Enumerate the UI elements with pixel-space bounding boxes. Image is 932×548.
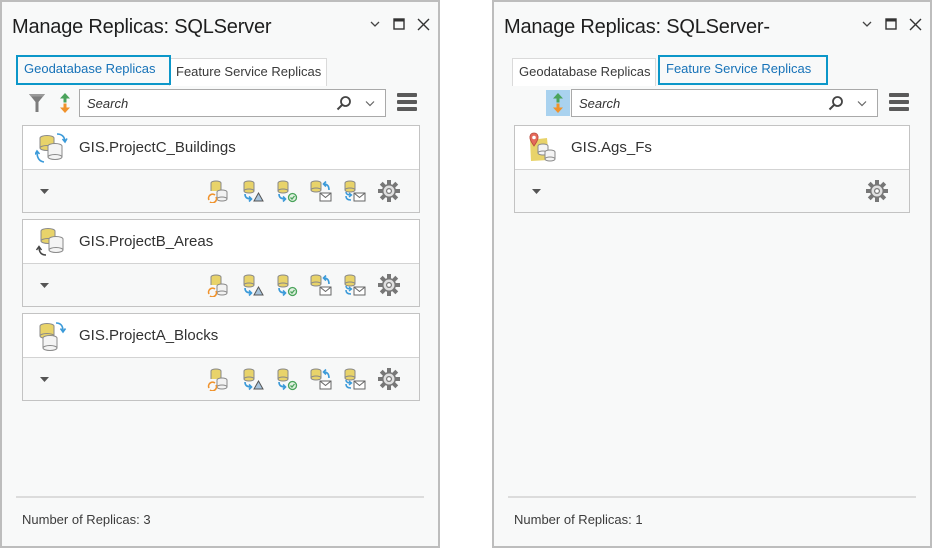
search-button[interactable]	[825, 92, 847, 114]
tab-feature-service-replicas[interactable]: Feature Service Replicas	[658, 55, 828, 85]
replica-card: GIS.ProjectA_Blocks	[22, 313, 420, 401]
feature-service-replica-icon	[529, 132, 556, 161]
search-icon	[336, 96, 351, 111]
caret-down-icon	[531, 188, 541, 194]
export-data-changes-icon[interactable]	[241, 273, 265, 297]
replica-type-tabs: Feature Service Replicas Geodatabase Rep…	[16, 55, 346, 87]
import-data-changes-icon[interactable]	[275, 273, 299, 297]
pane-titlebar: Manage Replicas: SQLServer-	[504, 14, 924, 40]
menu-icon-bar	[889, 93, 909, 97]
pane-footer: Number of Replicas: 3	[16, 496, 424, 546]
caret-down-icon	[39, 188, 49, 194]
replica-card: GIS.ProjectC_Buildings	[22, 125, 420, 213]
maximize-icon	[885, 18, 897, 30]
pane-options-button[interactable]	[368, 16, 382, 32]
replica-name: GIS.ProjectB_Areas	[79, 233, 214, 250]
replica-type-tabs: Geodatabase Replicas Feature Service Rep…	[508, 55, 838, 87]
manage-replicas-pane-feature-service: Manage Replicas: SQLServer- Geodatabase …	[492, 0, 932, 548]
replica-card: GIS.ProjectB_Areas	[22, 219, 420, 307]
tab-geodatabase-replicas[interactable]: Geodatabase Replicas	[512, 58, 656, 86]
menu-icon-bar	[889, 107, 909, 111]
close-button[interactable]	[908, 16, 922, 32]
search-icon	[828, 96, 843, 111]
manage-replicas-pane-geodatabase: Manage Replicas: SQLServer Feature Servi…	[0, 0, 440, 548]
caret-down-icon	[39, 376, 49, 382]
replica-count: Number of Replicas: 3	[22, 512, 151, 527]
maximize-icon	[393, 18, 405, 30]
re-export-unacknowledged-messages-icon[interactable]	[343, 367, 367, 391]
search-box	[79, 89, 386, 117]
replica-actions	[207, 273, 401, 297]
replica-name: GIS.Ags_Fs	[571, 139, 652, 156]
import-acknowledgment-message-icon[interactable]	[309, 273, 333, 297]
maximize-button[interactable]	[392, 16, 406, 32]
search-options-dropdown[interactable]	[853, 92, 871, 114]
chevron-down-icon	[862, 21, 872, 27]
expand-replica-button[interactable]	[529, 184, 543, 198]
filter-icon	[29, 94, 45, 112]
menu-icon-bar	[397, 100, 417, 104]
replica-card: GIS.Ags_Fs	[514, 125, 910, 213]
one-way-child-to-parent-replica-icon	[35, 227, 64, 256]
expand-replica-button[interactable]	[37, 278, 51, 292]
replica-actions	[207, 367, 401, 391]
replica-properties-gear-icon[interactable]	[377, 273, 401, 297]
search-options-dropdown[interactable]	[361, 92, 379, 114]
replica-toolbar	[516, 88, 914, 118]
export-data-changes-icon[interactable]	[241, 367, 265, 391]
replica-toolbar	[24, 88, 422, 118]
chevron-down-icon	[857, 100, 867, 106]
search-input[interactable]	[80, 90, 333, 116]
sort-button[interactable]	[546, 90, 570, 116]
replica-name: GIS.ProjectC_Buildings	[79, 139, 236, 156]
chevron-down-icon	[370, 21, 380, 27]
replica-actions	[207, 179, 401, 203]
one-way-replica-icon	[39, 321, 67, 351]
replica-properties-gear-icon[interactable]	[377, 179, 401, 203]
replica-name: GIS.ProjectA_Blocks	[79, 327, 219, 344]
pane-menu-button[interactable]	[397, 93, 417, 111]
replica-properties-gear-icon[interactable]	[865, 179, 889, 203]
synchronize-changes-icon[interactable]	[207, 179, 231, 203]
caret-down-icon	[39, 282, 49, 288]
search-input[interactable]	[572, 90, 825, 116]
replica-count: Number of Replicas: 1	[514, 512, 643, 527]
export-data-changes-icon[interactable]	[241, 179, 265, 203]
pane-menu-button[interactable]	[889, 93, 909, 111]
sort-button[interactable]	[54, 91, 76, 115]
expand-replica-button[interactable]	[37, 372, 51, 386]
import-data-changes-icon[interactable]	[275, 179, 299, 203]
expand-replica-button[interactable]	[37, 184, 51, 198]
re-export-unacknowledged-messages-icon[interactable]	[343, 179, 367, 203]
menu-icon-bar	[889, 100, 909, 104]
import-acknowledgment-message-icon[interactable]	[309, 179, 333, 203]
import-data-changes-icon[interactable]	[275, 367, 299, 391]
pane-options-button[interactable]	[860, 16, 874, 32]
synchronize-changes-icon[interactable]	[207, 273, 231, 297]
sort-icon	[60, 93, 70, 113]
chevron-down-icon	[365, 100, 375, 106]
synchronize-changes-icon[interactable]	[207, 367, 231, 391]
search-box	[571, 89, 878, 117]
tab-feature-service-replicas[interactable]: Feature Service Replicas	[169, 58, 327, 86]
pane-titlebar: Manage Replicas: SQLServer	[12, 14, 432, 40]
replica-properties-gear-icon[interactable]	[377, 367, 401, 391]
search-button[interactable]	[333, 92, 355, 114]
import-acknowledgment-message-icon[interactable]	[309, 367, 333, 391]
re-export-unacknowledged-messages-icon[interactable]	[343, 273, 367, 297]
tab-geodatabase-replicas[interactable]: Geodatabase Replicas	[16, 55, 171, 85]
menu-icon-bar	[397, 93, 417, 97]
menu-icon-bar	[397, 107, 417, 111]
close-button[interactable]	[416, 16, 430, 32]
maximize-button[interactable]	[884, 16, 898, 32]
filter-button[interactable]	[26, 91, 48, 115]
close-icon	[909, 18, 921, 30]
pane-footer: Number of Replicas: 1	[508, 496, 916, 546]
sort-icon	[553, 93, 563, 113]
two-way-replica-icon	[35, 132, 68, 163]
replica-actions	[865, 179, 889, 203]
close-icon	[417, 18, 429, 30]
